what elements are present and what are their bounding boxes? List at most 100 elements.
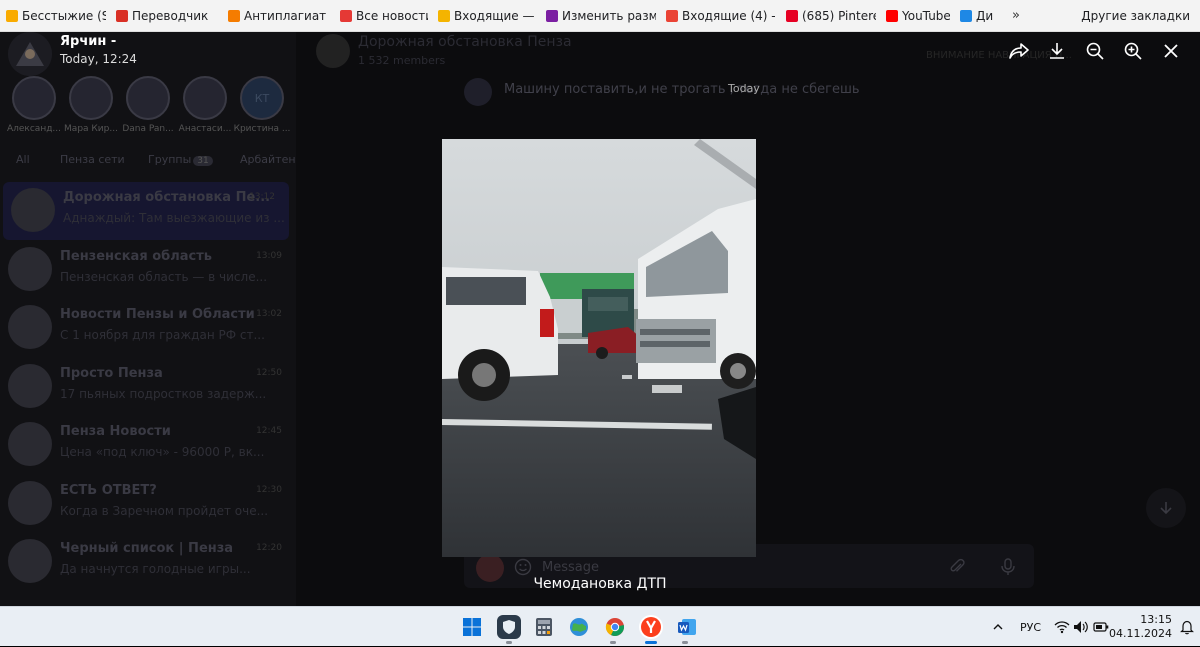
chat-list-item[interactable]: ЕСТЬ ОТВЕТ? 12:30 Когда в Заречном пройдет…: [0, 475, 296, 533]
media-viewer-photo[interactable]: [442, 139, 756, 557]
chat-avatar: [8, 246, 52, 291]
rocket-icon: [228, 9, 240, 22]
close-icon: [1164, 44, 1178, 58]
bookmark-label: Все новости: [356, 8, 428, 23]
message-avatar[interactable]: [464, 78, 492, 106]
microphone-icon: [1001, 558, 1015, 575]
story-avatar[interactable]: [126, 76, 170, 120]
folder-tab-label: Арбайтен: [240, 153, 296, 166]
chat-title: Пенза Новости: [60, 424, 171, 439]
system-clock[interactable]: 13:15 04.11.2024: [1109, 613, 1172, 641]
windows-icon: [463, 618, 481, 636]
story-avatar[interactable]: [69, 76, 113, 120]
translate-icon: [116, 9, 128, 22]
bookmark-label: YouTube: [902, 8, 950, 23]
story-name: Мара Кир...: [64, 124, 118, 134]
folder-tabs: All Пенза сети Группы 31 Арбайтен: [0, 150, 296, 174]
arrow-down-icon: [1160, 502, 1172, 515]
volume-icon[interactable]: [1073, 607, 1089, 647]
chat-list-item[interactable]: Пенза Новости 12:45 Цена «под ключ» - 9600…: [0, 416, 296, 474]
chat-list-item[interactable]: Пензенская область 13:09 Пензенская област…: [0, 241, 296, 299]
chat-time: 13:12: [249, 192, 275, 202]
bell-icon: [1180, 620, 1194, 635]
zoom-out-button[interactable]: [1076, 38, 1114, 64]
bookmark-item[interactable]: Переводчик: [116, 9, 218, 23]
folder-tab-label: Группы: [148, 153, 192, 166]
taskbar-app-word[interactable]: [675, 615, 699, 639]
unread-badge: 31: [193, 156, 213, 166]
shield-icon: [503, 620, 515, 634]
forward-icon: [1009, 43, 1029, 59]
chat-time: 12:50: [256, 367, 282, 378]
story-name: Александ...: [6, 124, 62, 134]
bookmark-item[interactable]: Входящие (4) - legion: [666, 9, 776, 23]
download-button[interactable]: [1038, 38, 1076, 64]
folder-tab[interactable]: Группы 31: [148, 153, 213, 166]
bookmark-item[interactable]: Изменить размер: [546, 9, 656, 23]
windows-taskbar: РУС 13:15 04.11.2024: [0, 606, 1200, 646]
chat-time: 12:20: [256, 543, 282, 553]
story-name: Кристина ...: [233, 124, 291, 134]
chat-avatar: [8, 363, 52, 408]
download-icon: [1050, 43, 1064, 59]
folder-tab[interactable]: Пенза сети: [60, 153, 125, 166]
bookmarks-overflow-button[interactable]: »: [1012, 8, 1020, 23]
scroll-down-button[interactable]: [1146, 488, 1186, 528]
channel-avatar[interactable]: [316, 34, 350, 68]
message-input[interactable]: Message: [542, 560, 599, 575]
taskbar-app-yandex[interactable]: [639, 615, 663, 639]
bookmark-item[interactable]: Антиплагиат онлайн: [228, 9, 330, 23]
bookmark-item[interactable]: (685) Pinterest: [786, 9, 876, 23]
folder-tab[interactable]: Арбайтен: [240, 153, 296, 166]
chat-list-item[interactable]: Новости Пензы и Области 13:02 С 1 ноября д…: [0, 299, 296, 357]
bookmark-item[interactable]: Все новости: [340, 9, 428, 23]
bookmark-label: Ди: [976, 8, 994, 23]
taskbar-app-browser-globe[interactable]: [567, 615, 591, 639]
taskbar-app-calculator[interactable]: [532, 615, 556, 639]
close-button[interactable]: [1152, 38, 1190, 64]
chat-time: 13:02: [256, 309, 282, 319]
bookmark-item[interactable]: Входящие — Яндекс: [438, 9, 536, 23]
show-hidden-icons-button[interactable]: [992, 607, 1004, 647]
taskbar-app-security[interactable]: [497, 615, 521, 639]
other-bookmarks-button[interactable]: Другие закладки: [1081, 9, 1190, 23]
chat-avatar: [11, 188, 55, 232]
bookmark-label: Входящие — Яндекс: [454, 8, 536, 23]
chat-list-item[interactable]: Просто Пенза 12:50 17 пьяных подростков за…: [0, 358, 296, 416]
notifications-button[interactable]: [1180, 619, 1194, 639]
chat-preview: С 1 ноября для граждан РФ ст...: [60, 328, 265, 342]
chat-list-item[interactable]: Дорожная обстановка Пе... 13:12 Аднаждый: …: [3, 182, 289, 240]
bookmarks-bar: Бесстыжие (Shameless) Переводчик Антиплаги…: [0, 0, 1200, 32]
chat-title: ЕСТЬ ОТВЕТ?: [60, 482, 157, 498]
paperclip-icon: [950, 558, 965, 572]
viewer-date: Today, 12:24: [60, 52, 137, 66]
forward-button[interactable]: [1000, 38, 1038, 64]
wifi-icon[interactable]: [1054, 607, 1070, 647]
emoji-icon: [514, 558, 532, 576]
taskbar-app-chrome[interactable]: [603, 615, 627, 639]
crash-scene-image: [442, 139, 756, 557]
story-name: Анастаси...: [178, 124, 232, 134]
c-icon: [960, 9, 972, 22]
language-indicator[interactable]: РУС: [1020, 607, 1041, 647]
chat-avatar: [8, 480, 52, 525]
story-avatar[interactable]: [12, 76, 56, 120]
zoom-in-button[interactable]: [1114, 38, 1152, 64]
start-button[interactable]: [460, 615, 484, 639]
bookmark-item[interactable]: Ди: [960, 9, 996, 23]
channel-subscribers: 1 532 members: [358, 54, 446, 67]
chat-preview: Цена «под ключ» - 96000 Р, вк...: [60, 445, 265, 459]
chat-title: Новости Пензы и Области: [60, 307, 255, 322]
viewer-toolbar: [1000, 38, 1190, 64]
battery-icon[interactable]: [1093, 607, 1109, 647]
date-pill: Today: [728, 82, 760, 95]
story-avatar[interactable]: [183, 76, 227, 120]
chat-preview: Когда в Заречном пройдет оче...: [60, 503, 269, 518]
folder-tab[interactable]: All: [16, 153, 30, 166]
chat-preview: 17 пьяных подростков задерж...: [60, 386, 267, 401]
bookmark-item[interactable]: Бесстыжие (Shameless): [6, 9, 106, 23]
clock-time: 13:15: [1140, 613, 1172, 626]
bookmark-item[interactable]: YouTube: [886, 9, 950, 23]
viewer-user-avatar[interactable]: [8, 32, 52, 76]
story-avatar[interactable]: КТ: [240, 76, 284, 120]
